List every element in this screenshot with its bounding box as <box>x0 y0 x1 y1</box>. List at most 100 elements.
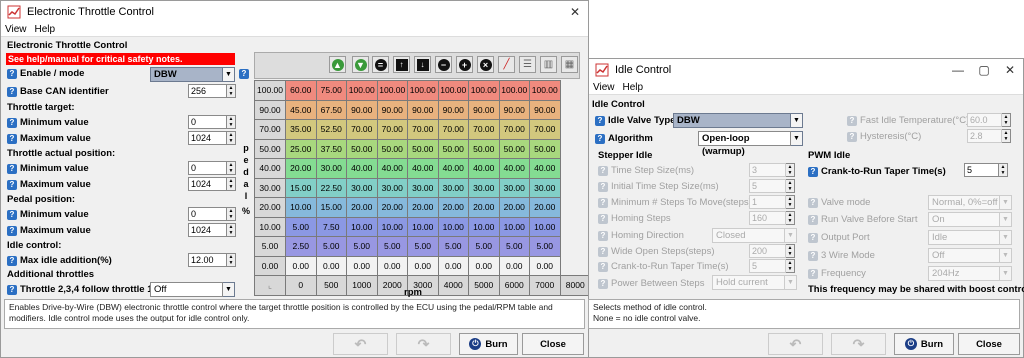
table-cell[interactable]: 90.00 <box>529 99 561 120</box>
undo-button[interactable]: ↶ <box>768 333 823 355</box>
multiply-button[interactable]: × <box>477 56 494 73</box>
table-cell[interactable]: 100.00 <box>346 80 378 101</box>
table-cell[interactable]: 2.50 <box>285 236 317 257</box>
help-icon[interactable]: ? <box>847 131 857 142</box>
spinner-icon[interactable]: ▲ ▼ <box>786 179 795 193</box>
ta-max-field[interactable]: 1024 ▲ ▼ <box>188 177 236 191</box>
help-icon[interactable]: ? <box>808 268 818 279</box>
spinner-icon[interactable]: ▲ ▼ <box>786 211 795 225</box>
menu-view[interactable]: View <box>5 24 27 35</box>
stepper-field[interactable]: 5 ▲ ▼ <box>749 179 795 193</box>
table-cell[interactable]: 60.00 <box>285 80 317 101</box>
idle-add-field[interactable]: 12.00 ▲ ▼ <box>188 253 236 267</box>
fast-idle-field[interactable]: 60.0 ▲ ▼ <box>967 113 1011 127</box>
pp-min-field[interactable]: 0 ▲ ▼ <box>188 207 236 221</box>
table-cell[interactable]: 20.00 <box>468 197 500 218</box>
table-cell[interactable]: 40.00 <box>346 158 378 179</box>
help-icon[interactable]: ? <box>595 115 605 126</box>
etc-close-button[interactable]: Close <box>522 333 584 355</box>
help-icon[interactable]: ? <box>7 209 17 220</box>
spinner-icon[interactable]: ▲ ▼ <box>227 84 236 98</box>
power-between-select[interactable]: Hold current ▼ <box>712 275 797 290</box>
redo-button[interactable]: ↷ <box>831 333 886 355</box>
pwm-crank-field[interactable]: 5 ▲ ▼ <box>964 163 1008 177</box>
enable-mode-select[interactable]: DBW ▼ <box>150 67 235 82</box>
table-cell[interactable]: 100.00 <box>376 80 408 101</box>
table-cell[interactable]: 15.00 <box>285 177 317 198</box>
table-cell[interactable]: 10.00 <box>285 197 317 218</box>
table-cell[interactable]: 25.00 <box>285 138 317 159</box>
table-cell[interactable]: 10.00 <box>498 216 530 237</box>
table-cell[interactable]: 5.00 <box>468 236 500 257</box>
help-icon[interactable]: ? <box>847 115 857 126</box>
up-button[interactable]: ↑ <box>393 56 410 73</box>
plus-button[interactable]: + <box>456 56 473 73</box>
table-cell[interactable]: 10.00 <box>346 216 378 237</box>
table-cell[interactable]: 70.00 <box>437 119 469 140</box>
table-cell[interactable]: 40.00 <box>529 158 561 179</box>
help-icon[interactable]: ? <box>7 225 17 236</box>
minus-button[interactable]: − <box>435 56 452 73</box>
table-cell[interactable]: 50.00 <box>468 138 500 159</box>
spinner-icon[interactable]: ▲ ▼ <box>786 244 795 258</box>
spinner-icon[interactable]: ▲ ▼ <box>227 131 236 145</box>
undo-button[interactable]: ↶ <box>333 333 388 355</box>
table-cell[interactable]: 0.00 <box>407 255 439 276</box>
table-cell[interactable]: 30.00 <box>437 177 469 198</box>
spinner-icon[interactable]: ▲ ▼ <box>227 161 236 175</box>
table-cell[interactable]: 10.00 <box>376 216 408 237</box>
table-cell[interactable]: 22.50 <box>315 177 347 198</box>
menu-view[interactable]: View <box>593 82 615 93</box>
table-cell[interactable]: 20.00 <box>285 158 317 179</box>
table-cell[interactable]: 10.00 <box>468 216 500 237</box>
help-icon[interactable]: ? <box>808 250 818 261</box>
idle-burn-button[interactable]: ⏻ Burn <box>894 333 954 355</box>
table-cell[interactable]: 100.00 <box>529 80 561 101</box>
algorithm-select[interactable]: Open-loop (warmup) ▼ <box>698 131 803 157</box>
table-cell[interactable]: 70.00 <box>529 119 561 140</box>
can-id-field[interactable]: 256 ▲ ▼ <box>188 84 236 98</box>
table-cell[interactable]: 75.00 <box>315 80 347 101</box>
help-icon[interactable]: ? <box>598 278 608 289</box>
help-icon[interactable]: ? <box>598 181 608 192</box>
table-cell[interactable]: 0.00 <box>376 255 408 276</box>
table-cell[interactable]: 90.00 <box>346 99 378 120</box>
idle-close-button[interactable]: Close <box>958 333 1020 355</box>
table-cell[interactable]: 10.00 <box>407 216 439 237</box>
help-icon[interactable]: ? <box>808 214 818 225</box>
help-icon[interactable]: ? <box>598 230 608 241</box>
tt-max-field[interactable]: 1024 ▲ ▼ <box>188 131 236 145</box>
etc-burn-button[interactable]: ⏻ Burn <box>459 333 518 355</box>
run-before-select[interactable]: On ▼ <box>928 212 1012 227</box>
help-icon[interactable]: ? <box>598 246 608 257</box>
table-cell[interactable]: 30.00 <box>376 177 408 198</box>
table-cell[interactable]: 50.00 <box>437 138 469 159</box>
increase-green-button[interactable]: ▲ <box>329 56 346 73</box>
close-icon[interactable]: ✕ <box>562 5 588 19</box>
table-cell[interactable]: 5.00 <box>437 236 469 257</box>
table-cell[interactable]: 40.00 <box>376 158 408 179</box>
three-wire-select[interactable]: Off ▼ <box>928 248 1012 263</box>
table-cell[interactable]: 50.00 <box>498 138 530 159</box>
help-icon[interactable]: ? <box>808 197 818 208</box>
table-cell[interactable]: 52.50 <box>315 119 347 140</box>
table-cell[interactable]: 5.00 <box>529 236 561 257</box>
stepper-field[interactable]: 3 ▲ ▼ <box>749 163 795 177</box>
help-icon[interactable]: ? <box>808 232 818 243</box>
table-cell[interactable]: 20.00 <box>498 197 530 218</box>
table-cell[interactable]: 50.00 <box>346 138 378 159</box>
table-cell[interactable]: 90.00 <box>468 99 500 120</box>
help-icon[interactable]: ? <box>595 133 605 144</box>
interpolate-button[interactable]: ╱ <box>498 56 515 73</box>
help-icon[interactable]: ? <box>7 255 17 266</box>
table-cell[interactable]: 0.00 <box>498 255 530 276</box>
spinner-icon[interactable]: ▲ ▼ <box>786 163 795 177</box>
stepper-field[interactable]: 1 ▲ ▼ <box>749 195 795 209</box>
close-icon[interactable]: ✕ <box>997 63 1023 77</box>
table-cell[interactable]: 70.00 <box>376 119 408 140</box>
help-icon[interactable]: ? <box>7 117 17 128</box>
decrease-green-button[interactable]: ▼ <box>352 56 369 73</box>
etc-titlebar[interactable]: Electronic Throttle Control ✕ <box>1 1 588 23</box>
spinner-icon[interactable]: ▲ ▼ <box>786 259 795 273</box>
help-icon[interactable]: ? <box>7 179 17 190</box>
